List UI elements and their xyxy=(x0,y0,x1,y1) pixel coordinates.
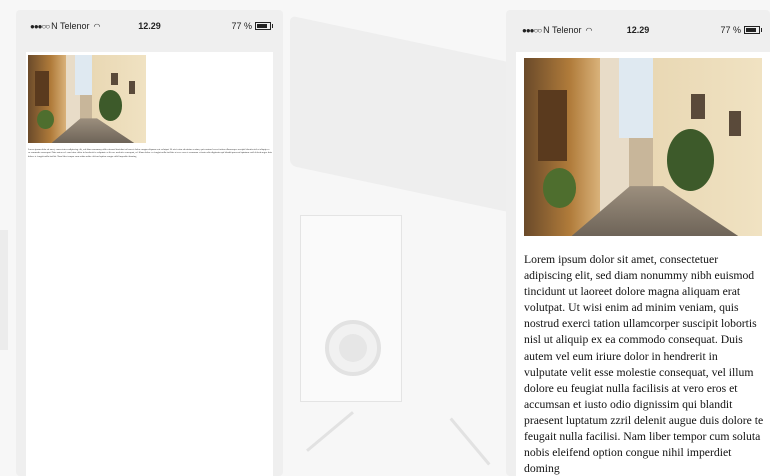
carrier-name: N Telenor xyxy=(51,21,90,31)
background-laptop xyxy=(290,15,520,215)
web-view[interactable]: Lorem ipsum dolor sit amet, consectetuer… xyxy=(26,52,273,476)
street-photo xyxy=(28,55,146,143)
background-pen xyxy=(306,411,354,452)
article-text: Lorem ipsum dolor sit amet, consectetuer… xyxy=(524,253,764,476)
carrier-name: N Telenor xyxy=(543,25,582,35)
background-coffee-cup xyxy=(325,320,381,376)
battery-status: 77 % xyxy=(720,25,762,35)
background-pen xyxy=(449,417,491,466)
web-view[interactable]: Lorem ipsum dolor sit amet, consectetuer… xyxy=(516,52,770,476)
wifi-icon: ◠ xyxy=(93,21,101,31)
street-photo xyxy=(524,58,762,236)
status-bar: ●●●○○ N Telenor ◠ 12.29 77 % xyxy=(16,10,283,42)
battery-percent: 77 % xyxy=(720,25,741,35)
signal-strength-icon: ●●●○○ xyxy=(30,21,50,31)
background-edge xyxy=(0,230,8,350)
battery-status: 77 % xyxy=(231,21,273,31)
wifi-icon: ◠ xyxy=(585,25,593,35)
battery-percent: 77 % xyxy=(231,21,252,31)
battery-icon xyxy=(255,22,273,30)
signal-strength-icon: ●●●○○ xyxy=(522,25,542,35)
phone-left: ●●●○○ N Telenor ◠ 12.29 77 % Lorem ipsum… xyxy=(16,10,283,476)
phone-right: ●●●○○ N Telenor ◠ 12.29 77 % Lorem ipsum… xyxy=(506,10,770,476)
status-bar: ●●●○○ N Telenor ◠ 12.29 77 % xyxy=(506,14,770,46)
article-text: Lorem ipsum dolor sit amet, consectetuer… xyxy=(28,148,272,158)
battery-icon xyxy=(744,26,762,34)
